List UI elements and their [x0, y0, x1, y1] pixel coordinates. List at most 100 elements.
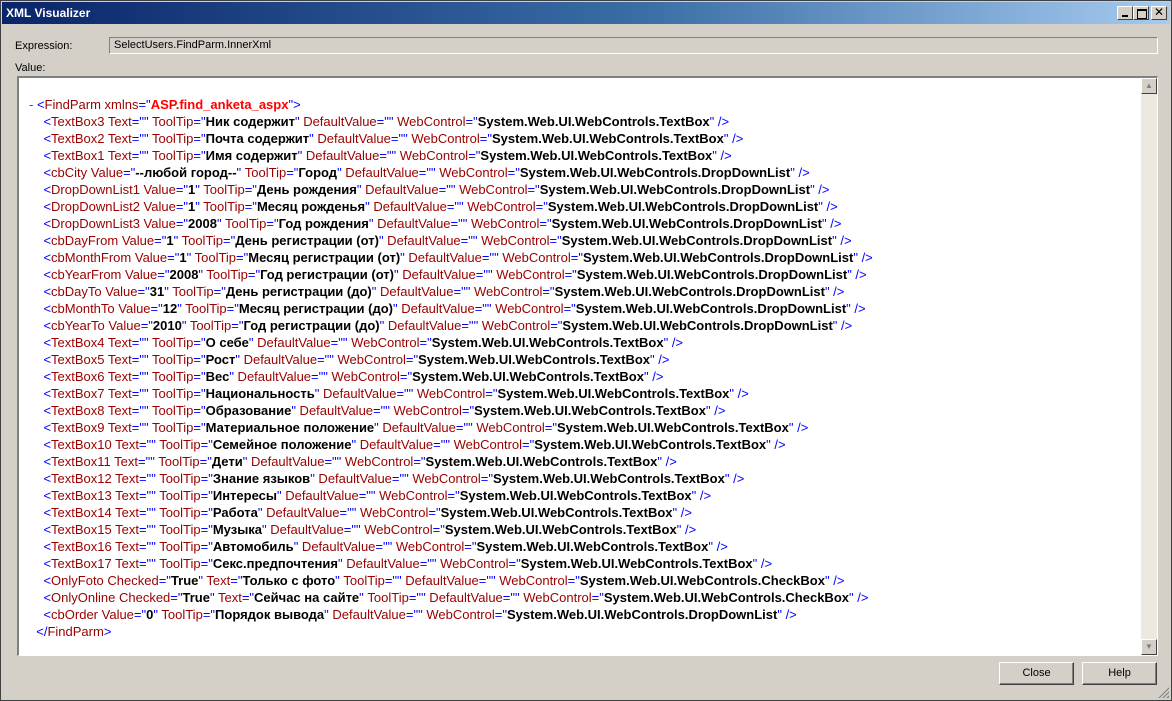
scroll-up-button[interactable]: ▲: [1141, 78, 1157, 94]
xml-attr-value: System.Web.UI.WebControls.DropDownList: [547, 199, 819, 214]
xml-attr-value: Город: [298, 165, 338, 180]
xml-attr-name: DefaultValue: [253, 335, 331, 350]
xml-attr-value: System.Web.UI.WebControls.TextBox: [556, 420, 789, 435]
xml-attr-value: Год рождения: [278, 216, 369, 231]
xml-attr-name: WebControl: [467, 216, 540, 231]
xml-attr-value: Дети: [211, 454, 243, 469]
xml-tag-name: TextBox6: [51, 369, 105, 384]
xml-element: <DropDownList2 Value="1" ToolTip="Месяц …: [43, 199, 838, 214]
minimize-button[interactable]: [1117, 6, 1133, 20]
xml-attr-name: ToolTip: [181, 301, 227, 316]
xml-element: <TextBox8 Text="" ToolTip="Образование" …: [43, 403, 726, 418]
xml-attr-name: xmlns: [104, 97, 139, 112]
xml-attr-value: Месяц регистрации (от): [248, 250, 401, 265]
expression-label: Expression:: [15, 40, 73, 52]
close-window-button[interactable]: ✕: [1151, 5, 1167, 20]
xml-attr-value: Имя содержит: [205, 148, 298, 163]
xml-attr-name: Text: [110, 454, 139, 469]
maximize-button[interactable]: [1133, 6, 1149, 20]
xml-element: <TextBox3 Text="" ToolTip="Ник содержит"…: [43, 114, 730, 129]
xml-attr-name: ToolTip: [148, 420, 194, 435]
xml-attr-name: WebControl: [495, 573, 568, 588]
resize-grip-icon[interactable]: [1157, 686, 1169, 698]
xml-root-open[interactable]: - <FindParm xmlns="ASP.find_anketa_aspx"…: [29, 96, 1131, 113]
xml-attr-value: О себе: [205, 335, 249, 350]
xml-attr-value: System.Web.UI.WebControls.DropDownList: [551, 216, 822, 231]
xml-attr-name: DefaultValue: [298, 539, 376, 554]
vertical-scrollbar[interactable]: ▲ ▼: [1141, 78, 1157, 655]
xml-tag-name: cbMonthFrom: [51, 250, 132, 265]
xml-attr-name: DefaultValue: [328, 607, 406, 622]
xml-attr-name: WebControl: [519, 590, 592, 605]
xml-tag-name: TextBox1: [51, 148, 105, 163]
xml-tag-name: cbOrder: [51, 607, 99, 622]
xml-attr-value: System.Web.UI.WebControls.DropDownList: [519, 165, 791, 180]
xml-attr-value: 1: [179, 250, 187, 265]
xml-attr-name: WebControl: [463, 199, 536, 214]
xml-element: <TextBox15 Text="" ToolTip="Музыка" Defa…: [43, 522, 697, 537]
xml-attr-name: Value: [139, 182, 176, 197]
xml-attr-value: System.Web.UI.WebControls.DropDownList: [576, 267, 848, 282]
xml-value-panel[interactable]: - <FindParm xmlns="ASP.find_anketa_aspx"…: [17, 76, 1158, 656]
xml-attr-name: DefaultValue: [247, 454, 325, 469]
xml-element: <TextBox16 Text="" ToolTip="Автомобиль" …: [43, 539, 728, 554]
title-bar[interactable]: XML Visualizer ✕: [2, 2, 1170, 24]
xml-element: <cbDayTo Value="31" ToolTip="День регист…: [43, 284, 845, 299]
xml-attr-value: System.Web.UI.WebControls.DropDownList: [561, 233, 833, 248]
xml-attr-name: DefaultValue: [376, 284, 454, 299]
xml-attr-value: 1: [166, 233, 174, 248]
xml-attr-name: ToolTip: [148, 403, 194, 418]
xml-attr-name: WebControl: [356, 505, 429, 520]
xml-attr-value: System.Web.UI.WebControls.DropDownList: [582, 250, 854, 265]
xml-attr-value: System.Web.UI.WebControls.TextBox: [459, 488, 692, 503]
xml-attr-name: DefaultValue: [369, 199, 447, 214]
xml-attr-name: WebControl: [341, 454, 414, 469]
xml-attr-value: Семейное положение: [212, 437, 352, 452]
scroll-down-button[interactable]: ▼: [1141, 639, 1157, 655]
xml-attr-name: ToolTip: [339, 573, 385, 588]
xml-attr-value: System.Web.UI.WebControls.TextBox: [476, 539, 709, 554]
xml-element: <OnlyFoto Checked="True" Text="Только с …: [43, 573, 845, 588]
help-button[interactable]: Help: [1082, 662, 1157, 685]
xml-attr-value: Национальность: [205, 386, 315, 401]
xml-attr-name: DefaultValue: [295, 403, 374, 418]
xml-attr-name: ToolTip: [148, 386, 194, 401]
xml-attr-name: WebControl: [455, 182, 528, 197]
xml-attr-value: Автомобиль: [212, 539, 294, 554]
xml-attr-name: ToolTip: [199, 199, 245, 214]
xml-element: <OnlyOnline Checked="True" Text="Сейчас …: [43, 590, 869, 605]
xml-attr-name: DefaultValue: [313, 131, 391, 146]
xml-attr-value: System.Web.UI.WebControls.TextBox: [492, 471, 725, 486]
xml-attr-name: ToolTip: [148, 335, 194, 350]
xml-attr-name: WebControl: [470, 284, 543, 299]
xml-tag-name: TextBox2: [51, 131, 105, 146]
xml-attr-name: WebControl: [375, 488, 448, 503]
xml-tag-name: cbYearTo: [51, 318, 105, 333]
xml-attr-value: System.Web.UI.WebControls.TextBox: [491, 131, 724, 146]
xml-attr-value: System.Web.UI.WebControls.TextBox: [440, 505, 673, 520]
xml-attr-name: DefaultValue: [299, 114, 377, 129]
close-button[interactable]: Close: [999, 662, 1074, 685]
xml-attr-name: ToolTip: [155, 556, 201, 571]
xml-element: <DropDownList1 Value="1" ToolTip="День р…: [43, 182, 830, 197]
expression-field[interactable]: SelectUsers.FindParm.InnerXml: [109, 37, 1158, 54]
xml-attr-name: ToolTip: [155, 488, 201, 503]
xml-attr-name: DefaultValue: [341, 165, 419, 180]
xml-element: <cbMonthFrom Value="1" ToolTip="Месяц ре…: [43, 250, 873, 265]
xml-attr-value: Вес: [205, 369, 230, 384]
xml-attr-value: Образование: [205, 403, 292, 418]
xml-attr-name: Text: [111, 471, 139, 486]
xml-tag-name: cbDayFrom: [51, 233, 119, 248]
xml-tag-name: TextBox13: [51, 488, 112, 503]
xml-attr-name: WebControl: [347, 335, 420, 350]
xml-attr-name: DefaultValue: [361, 182, 439, 197]
xml-tag-name: cbYearFrom: [51, 267, 122, 282]
xml-attr-name: Text: [104, 386, 132, 401]
xml-tag-name: TextBox5: [51, 352, 105, 367]
help-button-label: Help: [1108, 667, 1131, 679]
xml-attr-name: WebControl: [472, 420, 545, 435]
xml-attr-value: System.Web.UI.WebControls.TextBox: [477, 114, 710, 129]
xml-attr-name: ToolTip: [155, 539, 201, 554]
value-label: Value:: [15, 62, 46, 74]
xml-attr-name: Text: [104, 420, 132, 435]
